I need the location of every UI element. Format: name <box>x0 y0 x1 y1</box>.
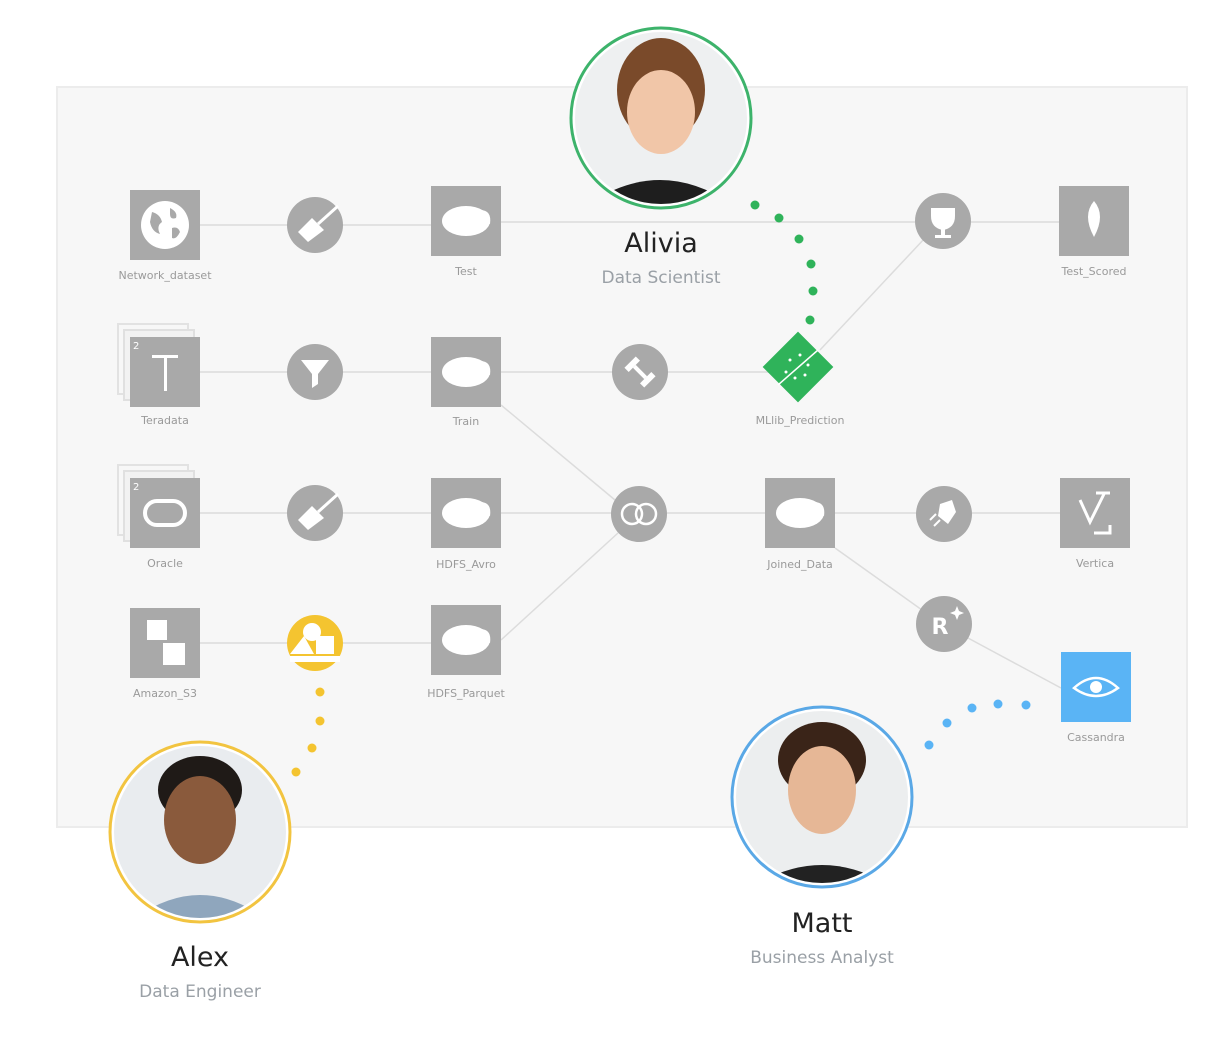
node-label: Joined_Data <box>766 558 833 571</box>
dataset-network-dataset[interactable]: Network_dataset <box>118 190 212 282</box>
dataset-test[interactable]: Test <box>431 186 501 278</box>
dataset-train[interactable]: Train <box>431 337 501 428</box>
model-mllib-prediction[interactable]: MLlib_Prediction <box>756 331 845 427</box>
node-label: Train <box>452 415 479 428</box>
node-label: Test_Scored <box>1061 265 1127 278</box>
node-label: Cassandra <box>1067 731 1125 744</box>
alivia-connector-dots <box>750 200 818 325</box>
recipe-export[interactable] <box>916 486 972 542</box>
dataset-oracle[interactable]: 2 Oracle <box>117 464 200 570</box>
matt-connector-dots <box>924 699 1031 750</box>
recipe-prepare-2[interactable] <box>287 485 343 541</box>
person-name-matt: Matt <box>791 908 853 939</box>
node-label: HDFS_Parquet <box>427 687 505 700</box>
node-label: MLlib_Prediction <box>756 414 845 427</box>
person-role-alex: Data Engineer <box>139 982 261 1002</box>
recipe-r[interactable]: R <box>916 596 972 652</box>
hadoop-elephant-icon <box>776 498 825 528</box>
person-role-matt: Business Analyst <box>750 948 894 968</box>
edge <box>819 237 926 351</box>
recipe-train-model[interactable] <box>612 344 668 400</box>
hadoop-elephant-icon <box>442 357 491 387</box>
avatar-alex <box>108 740 292 924</box>
hadoop-elephant-icon <box>442 625 491 655</box>
dataset-test-scored[interactable]: Test_Scored <box>1059 186 1129 278</box>
recipe-join[interactable] <box>611 486 667 542</box>
alex-connector-dots <box>291 687 325 777</box>
node-label: Oracle <box>147 557 183 570</box>
dataset-joined-data[interactable]: Joined_Data <box>765 478 835 571</box>
node-label: HDFS_Avro <box>436 558 496 571</box>
person-name-alex: Alex <box>170 942 230 973</box>
avatar-alivia <box>569 26 753 210</box>
dataset-amazon-s3[interactable]: Amazon_S3 <box>130 608 200 700</box>
flow-diagram: Network_dataset Test Test_Scored 2 Terad… <box>108 26 1131 924</box>
edge <box>834 547 923 611</box>
node-label: Amazon_S3 <box>133 687 197 700</box>
stack-count: 2 <box>133 482 139 493</box>
person-name-alivia: Alivia <box>624 228 698 259</box>
node-label: Network_dataset <box>118 269 212 282</box>
node-label: Test <box>454 265 477 278</box>
recipe-prepare-1[interactable] <box>287 197 343 253</box>
dataset-vertica[interactable]: Vertica <box>1060 478 1130 570</box>
recipe-filter[interactable] <box>287 344 343 400</box>
hadoop-elephant-icon <box>442 206 491 236</box>
person-role-alivia: Data Scientist <box>601 268 721 288</box>
dataset-teradata[interactable]: 2 Teradata <box>117 323 200 427</box>
node-label: Vertica <box>1076 557 1114 570</box>
node-label: Teradata <box>140 414 189 427</box>
r-icon: R <box>932 615 949 640</box>
edge <box>500 532 619 641</box>
recipe-sync-active[interactable] <box>287 615 343 671</box>
avatar-matt <box>730 705 914 889</box>
dataset-hdfs-parquet[interactable]: HDFS_Parquet <box>427 605 505 700</box>
edge <box>500 404 616 501</box>
globe-icon <box>141 201 189 249</box>
stack-count: 2 <box>133 341 139 352</box>
recipe-evaluate[interactable] <box>915 193 971 249</box>
edge <box>967 637 1062 689</box>
dataset-cassandra[interactable]: Cassandra <box>1061 652 1131 744</box>
hadoop-elephant-icon <box>442 498 491 528</box>
dataset-hdfs-avro[interactable]: HDFS_Avro <box>431 478 501 571</box>
